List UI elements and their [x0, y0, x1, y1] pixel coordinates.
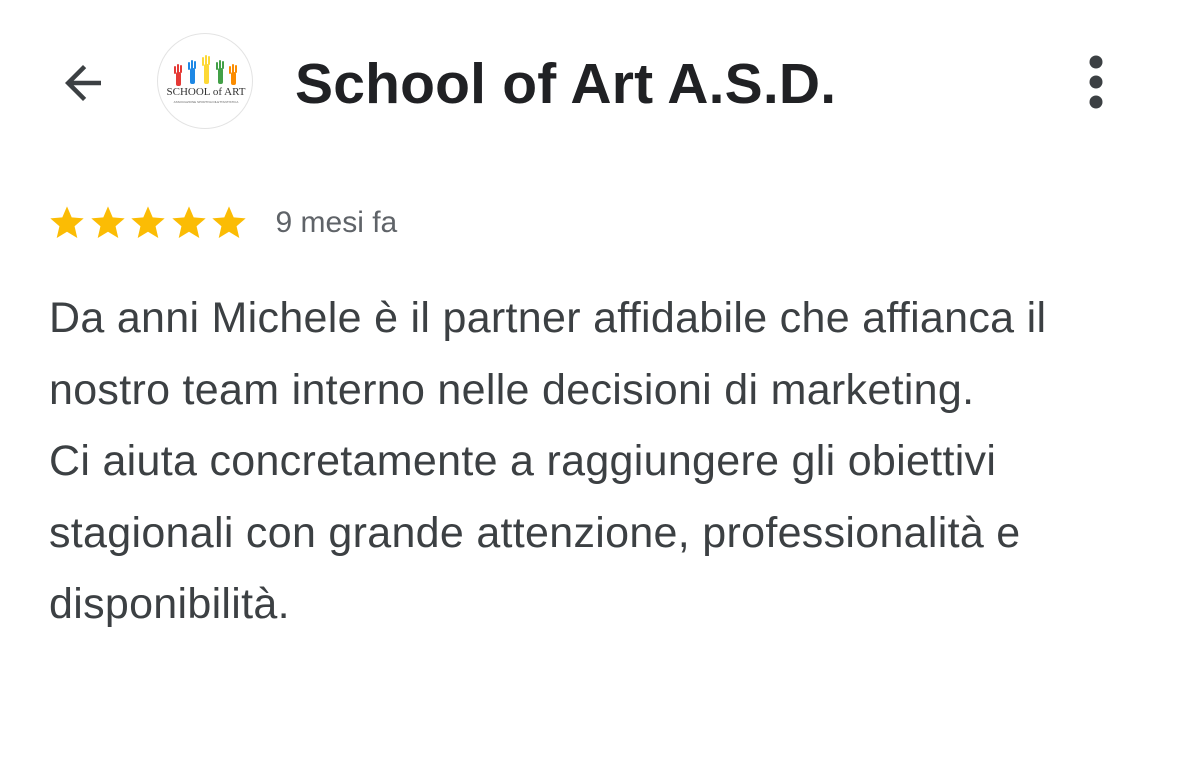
rating-row: 9 mesi fa [47, 201, 397, 245]
more-vert-icon [1089, 55, 1103, 109]
school-logo: SCHOOL of ART ASSOCIAZIONE SPORTIVA DILE… [167, 55, 246, 104]
review-text: Da anni Michele è il partner affidabile … [49, 283, 1159, 641]
review-time: 9 mesi fa [275, 206, 398, 239]
star-icon [90, 206, 125, 238]
page-title: School of Art A.S.D. [295, 52, 837, 116]
avatar[interactable]: SCHOOL of ART ASSOCIAZIONE SPORTIVA DILE… [157, 33, 253, 129]
app-header: SCHOOL of ART ASSOCIAZIONE SPORTIVA DILE… [0, 0, 1179, 165]
hands-graphic [174, 55, 237, 86]
back-button[interactable] [50, 50, 116, 116]
star-icon [50, 206, 84, 238]
arrow-left-icon [65, 65, 101, 101]
svg-text:ASSOCIAZIONE SPORTIVA DILETTAN: ASSOCIAZIONE SPORTIVA DILETTANTISTICA [174, 100, 239, 104]
review-paragraph: Ci aiuta concretamente a raggiungere gli… [49, 437, 1021, 628]
review-paragraph: Da anni Michele è il partner affidabile … [49, 294, 1047, 414]
svg-text:SCHOOL of ART: SCHOOL of ART [167, 86, 246, 98]
star-icon [171, 206, 206, 238]
star-icon [131, 206, 165, 238]
star-rating [47, 203, 250, 243]
star-icon [212, 206, 246, 238]
more-options-button[interactable] [1068, 44, 1124, 120]
